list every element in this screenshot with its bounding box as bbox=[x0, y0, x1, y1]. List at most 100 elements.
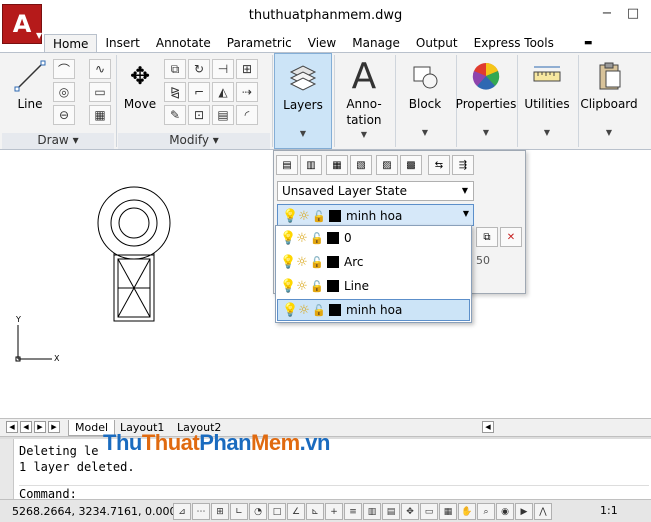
polar-icon[interactable]: ◔ bbox=[249, 503, 267, 520]
annotation-button[interactable]: A Anno-tation ▼ bbox=[336, 53, 394, 149]
layer-freeze-icon[interactable]: ▧ bbox=[350, 155, 372, 175]
list-item[interactable]: 💡 ☼ 🔓 Line bbox=[276, 275, 471, 297]
utilities-button[interactable]: Utilities ▼ bbox=[519, 53, 577, 149]
panel-divider bbox=[272, 55, 273, 147]
properties-button[interactable]: Properties ▼ bbox=[456, 53, 516, 149]
number-field[interactable]: 50 bbox=[476, 251, 496, 271]
tab-parametric[interactable]: Parametric bbox=[219, 34, 300, 52]
explode-icon[interactable]: ⇢ bbox=[236, 82, 258, 102]
dyn-icon[interactable]: + bbox=[325, 503, 343, 520]
autocad-window: thuthuatphanmem.dwg − □ A ▼ Home Insert … bbox=[0, 0, 651, 522]
modify-panel-title[interactable]: Modify ▾ bbox=[118, 133, 270, 149]
application-menu-button[interactable]: A ▼ bbox=[2, 4, 42, 44]
layer-delete-icon[interactable]: ✕ bbox=[500, 227, 522, 247]
qp-icon[interactable]: ▤ bbox=[382, 503, 400, 520]
grid-icon[interactable]: ⊞ bbox=[211, 503, 229, 520]
fillet-icon[interactable]: ⌐ bbox=[188, 82, 210, 102]
steering-wheel-icon[interactable]: ◉ bbox=[496, 503, 514, 520]
annotation-scale-icon[interactable]: ⋀ bbox=[534, 503, 552, 520]
tab-view[interactable]: View bbox=[300, 34, 344, 52]
layer-match-icon[interactable]: ▩ bbox=[400, 155, 422, 175]
layer-walk-icon[interactable]: ⇆ bbox=[428, 155, 450, 175]
showmotion-icon[interactable]: ▶ bbox=[515, 503, 533, 520]
tab-manage[interactable]: Manage bbox=[344, 34, 408, 52]
last-tab-icon[interactable]: ▶ bbox=[48, 421, 60, 433]
tab-home[interactable]: Home bbox=[44, 34, 98, 52]
copy-icon[interactable]: ⧉ bbox=[164, 59, 186, 79]
clipboard-button[interactable]: Clipboard ▼ bbox=[580, 53, 638, 149]
zoom-icon[interactable]: ⌕ bbox=[477, 503, 495, 520]
line-button[interactable]: Line bbox=[10, 53, 50, 112]
otrack-icon[interactable]: ∠ bbox=[287, 503, 305, 520]
minimize-button[interactable]: − bbox=[600, 6, 614, 21]
spline-icon[interactable]: ∿ bbox=[89, 59, 111, 79]
model-space-icon[interactable]: ▭ bbox=[420, 503, 438, 520]
window-title: thuthuatphanmem.dwg bbox=[248, 8, 403, 23]
list-item[interactable]: 💡 ☼ 🔓 0 bbox=[276, 227, 471, 249]
block-button-inner: Block ▼ bbox=[397, 53, 453, 137]
lightbulb-icon: 💡 bbox=[280, 230, 297, 246]
command-gutter[interactable] bbox=[0, 439, 14, 501]
ducs-icon[interactable]: ⊾ bbox=[306, 503, 324, 520]
layer-state-select[interactable]: Unsaved Layer State ▼ bbox=[277, 181, 474, 201]
trim-icon[interactable]: ⊣ bbox=[212, 59, 234, 79]
current-layer-row: 💡 ☼ 🔓 minh hoa bbox=[282, 208, 403, 224]
layout-icon[interactable]: ▦ bbox=[439, 503, 457, 520]
array-icon[interactable]: ⊞ bbox=[236, 59, 258, 79]
chevron-down-icon: ▼ bbox=[36, 31, 43, 40]
line-icon bbox=[13, 59, 47, 93]
mirror-icon[interactable]: ⧎ bbox=[164, 82, 186, 102]
color-swatch bbox=[327, 256, 339, 268]
draw-panel-title[interactable]: Draw ▾ bbox=[2, 133, 114, 149]
utilities-button-inner: Utilities ▼ bbox=[519, 53, 575, 137]
transparency-icon[interactable]: ▥ bbox=[363, 503, 381, 520]
next-tab-icon[interactable]: ▶ bbox=[34, 421, 46, 433]
color-swatch bbox=[329, 304, 341, 316]
snap-icon[interactable]: ⋯ bbox=[192, 503, 210, 520]
tab-output[interactable]: Output bbox=[408, 34, 466, 52]
rectangle-icon[interactable]: ▭ bbox=[89, 82, 111, 102]
osnap-icon[interactable]: □ bbox=[268, 503, 286, 520]
layer-unisolate-icon[interactable]: ⧉ bbox=[476, 227, 498, 247]
ribbon-toggle-icon[interactable]: ▬ bbox=[576, 34, 601, 52]
polyline-icon[interactable]: ⌒ bbox=[53, 59, 75, 79]
layer-lock-icon[interactable]: ▨ bbox=[376, 155, 398, 175]
sc-icon[interactable]: ✥ bbox=[401, 503, 419, 520]
move-button[interactable]: ✥ Move bbox=[120, 53, 160, 112]
tab-insert[interactable]: Insert bbox=[97, 34, 147, 52]
offset-icon[interactable]: ▤ bbox=[212, 105, 234, 125]
ucs-y-label: Y bbox=[16, 315, 21, 324]
block-button[interactable]: Block ▼ bbox=[397, 53, 455, 149]
prev-tab-icon[interactable]: ◀ bbox=[20, 421, 32, 433]
layer-isolate-icon[interactable]: ▥ bbox=[300, 155, 322, 175]
current-layer-select[interactable]: 💡 ☼ 🔓 minh hoa ▼ bbox=[277, 204, 474, 226]
pan-icon[interactable]: ✋ bbox=[458, 503, 476, 520]
layer-off-icon[interactable]: ▦ bbox=[326, 155, 348, 175]
first-tab-icon[interactable]: ◀ bbox=[6, 421, 18, 433]
maximize-button[interactable]: □ bbox=[626, 6, 640, 21]
infer-icon[interactable]: ⊿ bbox=[173, 503, 191, 520]
hatch-icon[interactable]: ▦ bbox=[89, 105, 111, 125]
layer-properties-icon[interactable]: ▤ bbox=[276, 155, 298, 175]
lineweight-icon[interactable]: ≡ bbox=[344, 503, 362, 520]
scroll-left-icon[interactable]: ◀ bbox=[482, 421, 494, 433]
tab-annotate[interactable]: Annotate bbox=[148, 34, 219, 52]
chevron-down-icon: ▼ bbox=[421, 128, 429, 137]
title-bar: thuthuatphanmem.dwg − □ bbox=[0, 0, 651, 34]
block-icon bbox=[408, 59, 442, 93]
layer-merge-icon[interactable]: ⇶ bbox=[452, 155, 474, 175]
ellipse-icon[interactable]: ⊖ bbox=[53, 105, 75, 125]
list-item-selected[interactable]: 💡 ☼ 🔓 minh hoa bbox=[277, 299, 470, 321]
layers-button[interactable]: Layers ▼ bbox=[274, 53, 332, 149]
list-item[interactable]: 💡 ☼ 🔓 Arc bbox=[276, 251, 471, 273]
coordinate-readout: 5268.2664, 3234.7161, 0.0000 bbox=[12, 505, 184, 518]
erase-icon[interactable]: ✎ bbox=[164, 105, 186, 125]
rotate-icon[interactable]: ↻ bbox=[188, 59, 210, 79]
chamfer-icon[interactable]: ◜ bbox=[236, 105, 258, 125]
tab-express-tools[interactable]: Express Tools bbox=[466, 34, 562, 52]
annotation-scale[interactable]: 1:1 bbox=[600, 504, 618, 517]
ortho-icon[interactable]: ∟ bbox=[230, 503, 248, 520]
scale-icon[interactable]: ⊡ bbox=[188, 105, 210, 125]
circle-icon[interactable]: ◎ bbox=[53, 82, 75, 102]
stretch-icon[interactable]: ◭ bbox=[212, 82, 234, 102]
